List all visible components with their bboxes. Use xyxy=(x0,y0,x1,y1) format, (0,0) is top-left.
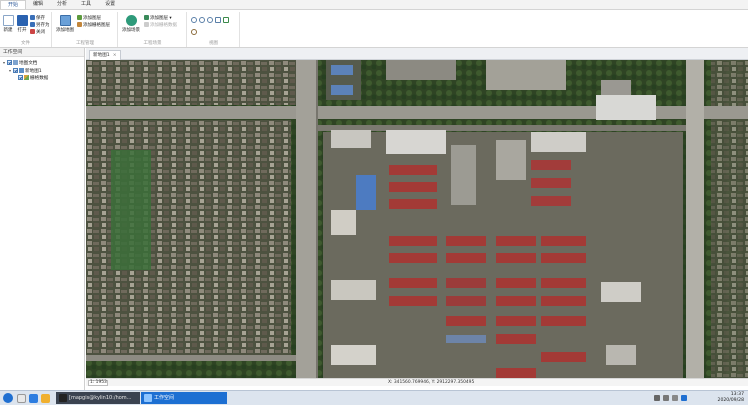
raster-icon xyxy=(77,22,82,27)
add-scene-button[interactable]: 添加场景 xyxy=(121,15,141,33)
layer-icon xyxy=(77,15,82,20)
file-group: 新建 打开 保存 另存为 关闭 文件 xyxy=(0,12,52,47)
clock[interactable]: 13:37 2020/09/28 xyxy=(704,392,744,404)
volume-icon[interactable] xyxy=(663,395,669,401)
scale-field[interactable]: 1: 1953 xyxy=(88,380,108,386)
browser-icon[interactable] xyxy=(29,394,38,403)
pan-icon[interactable] xyxy=(191,29,197,35)
tab-start[interactable]: 开始 xyxy=(0,0,27,9)
close-icon xyxy=(30,29,35,34)
document-icon xyxy=(13,60,18,65)
document-tab-label: 新地图1 xyxy=(93,53,110,58)
tab-settings[interactable]: 设置 xyxy=(98,0,122,9)
checkbox-icon[interactable] xyxy=(18,75,23,80)
save-button[interactable]: 保存 xyxy=(30,15,45,22)
tree-item-map-document[interactable]: ▾ 地图文档 xyxy=(3,59,37,66)
tree-label: 栅格数据 xyxy=(30,76,49,81)
checkbox-icon[interactable] xyxy=(7,60,12,65)
data-group: 添加地图 添加图层 添加栅格图层 工程管理 xyxy=(53,12,118,47)
tree-item-raster[interactable]: 栅格数据 xyxy=(18,75,48,82)
map-view[interactable] xyxy=(86,60,748,378)
start-button[interactable] xyxy=(3,393,13,403)
grid-icon[interactable] xyxy=(223,17,229,23)
save-as-icon xyxy=(30,22,35,27)
close-label: 关闭 xyxy=(36,30,45,35)
status-bar: 1: 1953 X: 341560.769946, Y: 2912297.350… xyxy=(86,378,748,386)
data-group-label: 工程管理 xyxy=(76,41,94,46)
app-icon xyxy=(144,394,152,402)
taskbar-item-label: 工作空间 xyxy=(154,395,175,401)
zoom-in-icon[interactable] xyxy=(191,17,197,23)
scene-layer-icon xyxy=(144,15,149,20)
workspace-panel: 工作空间 ▾ 地图文档 ▾ 新地图1 栅格数据 xyxy=(0,48,85,390)
open-label: 打开 xyxy=(17,28,27,33)
tree-item-map[interactable]: ▾ 新地图1 xyxy=(9,67,42,74)
full-extent-icon[interactable] xyxy=(215,17,221,23)
add-terrain-label: 添加栅格数据 xyxy=(150,23,177,28)
add-layer-label: 添加图层 xyxy=(83,16,101,21)
add-raster-button[interactable]: 添加栅格图层 xyxy=(77,22,110,29)
tab-edit[interactable]: 编辑 xyxy=(26,0,50,9)
terminal-icon xyxy=(59,394,67,402)
network-icon[interactable] xyxy=(654,395,660,401)
tree-label: 新地图1 xyxy=(25,69,42,74)
new-label: 新建 xyxy=(3,28,13,33)
tree-label: 地图文档 xyxy=(19,61,38,66)
clock-date: 2020/09/28 xyxy=(717,398,744,403)
close-button[interactable]: 关闭 xyxy=(30,29,45,36)
dropdown-icon[interactable]: ▾ xyxy=(168,16,171,21)
terrain-icon xyxy=(144,22,149,27)
taskbar-item-terminal[interactable]: [mapgis@kylin10:/hom... xyxy=(56,392,140,404)
globe-icon xyxy=(125,15,137,26)
document-tab-strip: 新地图1 × xyxy=(86,48,748,60)
file-group-label: 文件 xyxy=(21,41,30,46)
scene-group: 添加场景 添加图层 ▾ 添加栅格数据 工程场景 xyxy=(119,12,187,47)
ribbon: 新建 打开 保存 另存为 关闭 文件 添加地图 添加图层 添加栅格图层 工程管理… xyxy=(0,10,748,48)
coordinate-readout: X: 341560.769946, Y: 2912297.350495 xyxy=(388,380,475,385)
tab-tools[interactable]: 工具 xyxy=(74,0,98,9)
zoom-out-icon[interactable] xyxy=(199,17,205,23)
raster-layer-icon xyxy=(24,75,29,80)
add-raster-label: 添加栅格图层 xyxy=(83,23,110,28)
app-window: 开始 编辑 分析 工具 设置 新建 打开 保存 另存为 关闭 文件 添加地图 添… xyxy=(0,0,748,390)
close-tab-icon[interactable]: × xyxy=(113,53,117,58)
satellite-image xyxy=(86,60,748,378)
save-as-button[interactable]: 另存为 xyxy=(30,22,50,29)
add-scene-layer-label: 添加图层 xyxy=(150,16,168,21)
scene-group-label: 工程场景 xyxy=(143,41,162,46)
taskbar-item-label: [mapgis@kylin10:/hom... xyxy=(69,395,132,401)
save-as-label: 另存为 xyxy=(36,23,50,28)
folder-icon xyxy=(16,15,28,26)
save-icon xyxy=(30,15,35,20)
view-group: 视图 xyxy=(188,12,240,47)
input-method-icon[interactable] xyxy=(672,395,678,401)
map-icon xyxy=(59,15,71,26)
add-scene-layer-button[interactable]: 添加图层 ▾ xyxy=(144,15,172,22)
ribbon-tab-bar: 开始 编辑 分析 工具 设置 xyxy=(0,0,748,10)
desktop-icon[interactable] xyxy=(17,394,26,403)
add-scene-label: 添加场景 xyxy=(122,28,140,33)
checkbox-icon[interactable] xyxy=(13,68,18,73)
map-layer-icon xyxy=(19,68,24,73)
view-group-label: 视图 xyxy=(209,41,218,46)
add-map-button[interactable]: 添加地图 xyxy=(55,15,75,33)
add-map-label: 添加地图 xyxy=(56,28,74,33)
refresh-icon[interactable] xyxy=(207,17,213,23)
add-layer-button[interactable]: 添加图层 xyxy=(77,15,101,22)
open-button[interactable]: 打开 xyxy=(14,15,30,33)
new-icon xyxy=(2,15,14,26)
files-icon[interactable] xyxy=(41,394,50,403)
add-terrain-button[interactable]: 添加栅格数据 xyxy=(144,22,177,29)
workspace-panel-title: 工作空间 xyxy=(0,48,84,57)
taskbar-item-workspace[interactable]: 工作空间 xyxy=(141,392,227,404)
taskbar: [mapgis@kylin10:/hom... 工作空间 13:37 2020/… xyxy=(0,390,748,405)
tab-analysis[interactable]: 分析 xyxy=(50,0,74,9)
notification-icon[interactable] xyxy=(681,395,687,401)
save-label: 保存 xyxy=(36,16,45,21)
document-tab[interactable]: 新地图1 × xyxy=(89,50,121,60)
